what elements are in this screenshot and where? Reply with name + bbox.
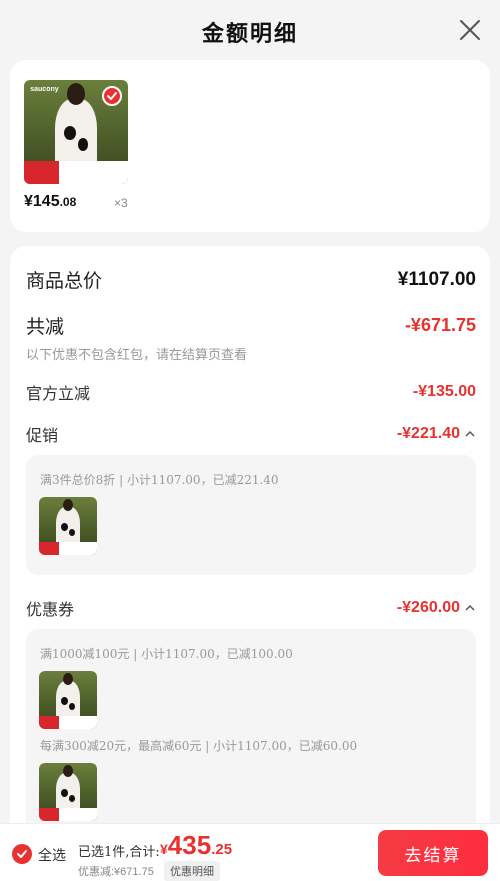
promo-desc: 满3件总价8折 | 小计1107.00，已减221.40 bbox=[40, 473, 279, 487]
price-main: ¥145 bbox=[24, 193, 60, 210]
selected-count-text: 已选1件,合计: bbox=[78, 845, 160, 860]
brand-logo: saucony bbox=[30, 86, 59, 94]
total-price-value: ¥1107.00 bbox=[397, 268, 476, 290]
amount-detail-card: 商品总价 ¥1107.00 共减 -¥671.75 以下优惠不包含红包，请在结算… bbox=[10, 246, 490, 846]
select-all-label[interactable]: 全选 bbox=[38, 845, 66, 865]
product-image[interactable]: saucony bbox=[24, 80, 128, 184]
promo-row[interactable]: 促销 -¥221.40 bbox=[26, 422, 476, 446]
discount-detail-button[interactable]: 优惠明细 bbox=[164, 861, 220, 881]
total-amount: ¥435.25 bbox=[160, 830, 232, 861]
chevron-up-icon[interactable] bbox=[464, 602, 476, 614]
total-price-label: 商品总价 bbox=[26, 270, 103, 292]
coupon-desc-1: 满1000减100元 | 小计1107.00，已减100.00 bbox=[40, 647, 293, 661]
total-price-row: 商品总价 ¥1107.00 bbox=[26, 266, 476, 293]
coupon-row[interactable]: 优惠券 -¥260.00 bbox=[26, 596, 476, 620]
official-reduce-row: 官方立减 -¥135.00 bbox=[26, 380, 476, 404]
coupon-detail-box: 满1000减100元 | 小计1107.00，已减100.00 每满300减20… bbox=[26, 629, 476, 846]
coupon-label: 优惠券 bbox=[26, 600, 75, 619]
header: 金额明细 bbox=[0, 0, 500, 60]
total-reduce-label: 共减 bbox=[26, 316, 65, 338]
total-yen: ¥ bbox=[160, 841, 168, 857]
total-main: 435 bbox=[167, 830, 212, 860]
checkout-button[interactable]: 去结算 bbox=[378, 830, 488, 876]
page-title: 金额明细 bbox=[201, 21, 298, 47]
coupon-value: -¥260.00 bbox=[396, 599, 460, 616]
product-price: ¥145.08 bbox=[24, 193, 76, 211]
coupon-desc-2: 每满300减20元，最高减60元 | 小计1107.00，已减60.00 bbox=[40, 739, 358, 753]
total-cents: .25 bbox=[211, 841, 233, 858]
coupon-product-thumb-2 bbox=[39, 763, 97, 821]
official-reduce-label: 官方立减 bbox=[26, 384, 91, 403]
close-icon[interactable] bbox=[458, 18, 482, 42]
promo-product-thumb bbox=[39, 497, 97, 555]
bottom-bar: 全选 已选1件,合计: ¥435.25 优惠减:¥671.75 优惠明细 去结算 bbox=[0, 823, 500, 881]
coupon-product-thumb-1 bbox=[39, 671, 97, 729]
promo-value-wrap: -¥221.40 bbox=[397, 425, 476, 443]
promo-detail-box: 满3件总价8折 | 小计1107.00，已减221.40 bbox=[26, 455, 476, 575]
total-reduce-row: 共减 -¥671.75 bbox=[26, 312, 476, 339]
selected-check-icon[interactable] bbox=[102, 86, 122, 106]
discount-text: 优惠减:¥671.75 bbox=[78, 866, 154, 878]
promo-label: 促销 bbox=[26, 426, 59, 445]
product-card: saucony ¥145.08 ×3 bbox=[10, 60, 490, 232]
price-cents: .08 bbox=[59, 195, 77, 209]
chevron-up-icon[interactable] bbox=[464, 428, 476, 440]
coupon-value-wrap: -¥260.00 bbox=[397, 599, 476, 617]
total-reduce-value: -¥671.75 bbox=[404, 315, 476, 335]
promo-value: -¥221.40 bbox=[396, 425, 460, 442]
official-reduce-value: -¥135.00 bbox=[412, 383, 476, 400]
select-all-check-icon[interactable] bbox=[12, 844, 32, 864]
product-quantity: ×3 bbox=[114, 196, 128, 210]
reduce-note: 以下优惠不包含红包，请在结算页查看 bbox=[26, 348, 248, 363]
